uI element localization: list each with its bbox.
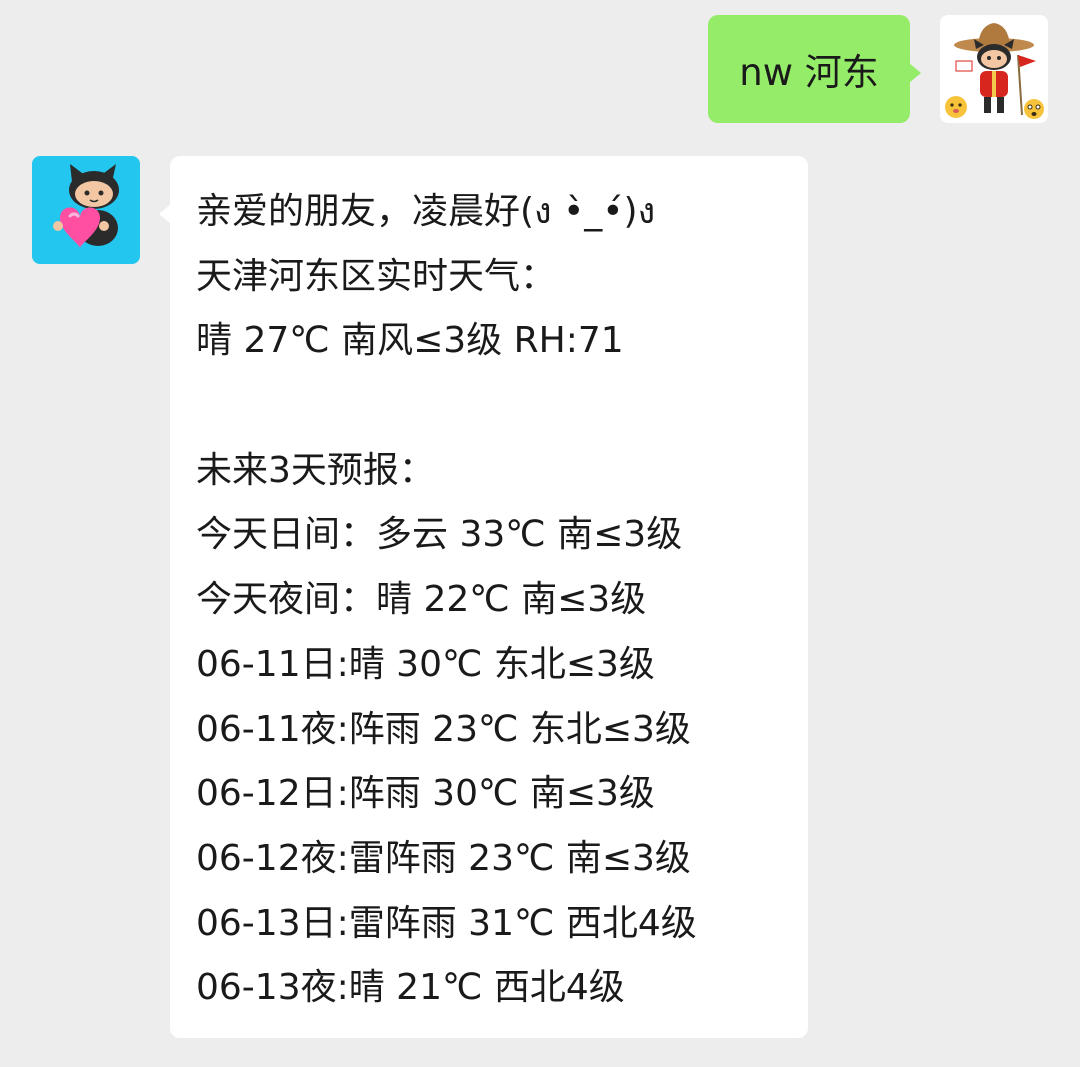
- message-line-forecast-heading: 未来3天预报：: [196, 449, 435, 491]
- forecast-line: 今天夜间：晴 22℃ 南≤3级: [196, 579, 647, 621]
- octocat-heart-avatar-icon: [53, 164, 119, 248]
- forecast-line: 06-11日:晴 30℃ 东北≤3级: [196, 643, 655, 685]
- incoming-message-bubble[interactable]: 亲爱的朋友，凌晨好(ง •̀_•́)ง 天津河东区实时天气： 晴 27℃ 南风≤…: [159, 156, 808, 1038]
- bot-avatar[interactable]: [32, 156, 140, 264]
- forecast-line: 06-11夜:阵雨 23℃ 东北≤3级: [196, 708, 691, 750]
- forecast-line: 06-12夜:雷阵雨 23℃ 南≤3级: [196, 837, 691, 879]
- forecast-line: 06-13日:雷阵雨 31℃ 西北4级: [196, 902, 697, 944]
- forecast-line: 06-12日:阵雨 30℃ 南≤3级: [196, 773, 655, 815]
- message-line-current-weather: 晴 27℃ 南风≤3级 RH:71: [196, 320, 624, 362]
- message-line-greeting: 亲爱的朋友，凌晨好(ง •̀_•́)ง: [196, 191, 656, 232]
- forecast-line: 06-13夜:晴 21℃ 西北4级: [196, 967, 625, 1009]
- outgoing-message-bubble[interactable]: nw 河东: [708, 15, 921, 123]
- message-line-blank: [196, 374, 796, 439]
- outgoing-message-text: nw 河东: [739, 51, 879, 94]
- user-avatar[interactable]: [940, 15, 1048, 123]
- red-uniform-octocat-avatar-icon: [945, 23, 1044, 119]
- forecast-line: 今天日间：多云 33℃ 南≤3级: [196, 514, 683, 556]
- weather-message-text: 亲爱的朋友，凌晨好(ง •̀_•́)ง 天津河东区实时天气： 晴 27℃ 南风≤…: [196, 180, 796, 1021]
- message-line-location: 天津河东区实时天气：: [196, 255, 557, 297]
- bubble-tail: [159, 204, 171, 224]
- bubble-tail: [909, 63, 921, 83]
